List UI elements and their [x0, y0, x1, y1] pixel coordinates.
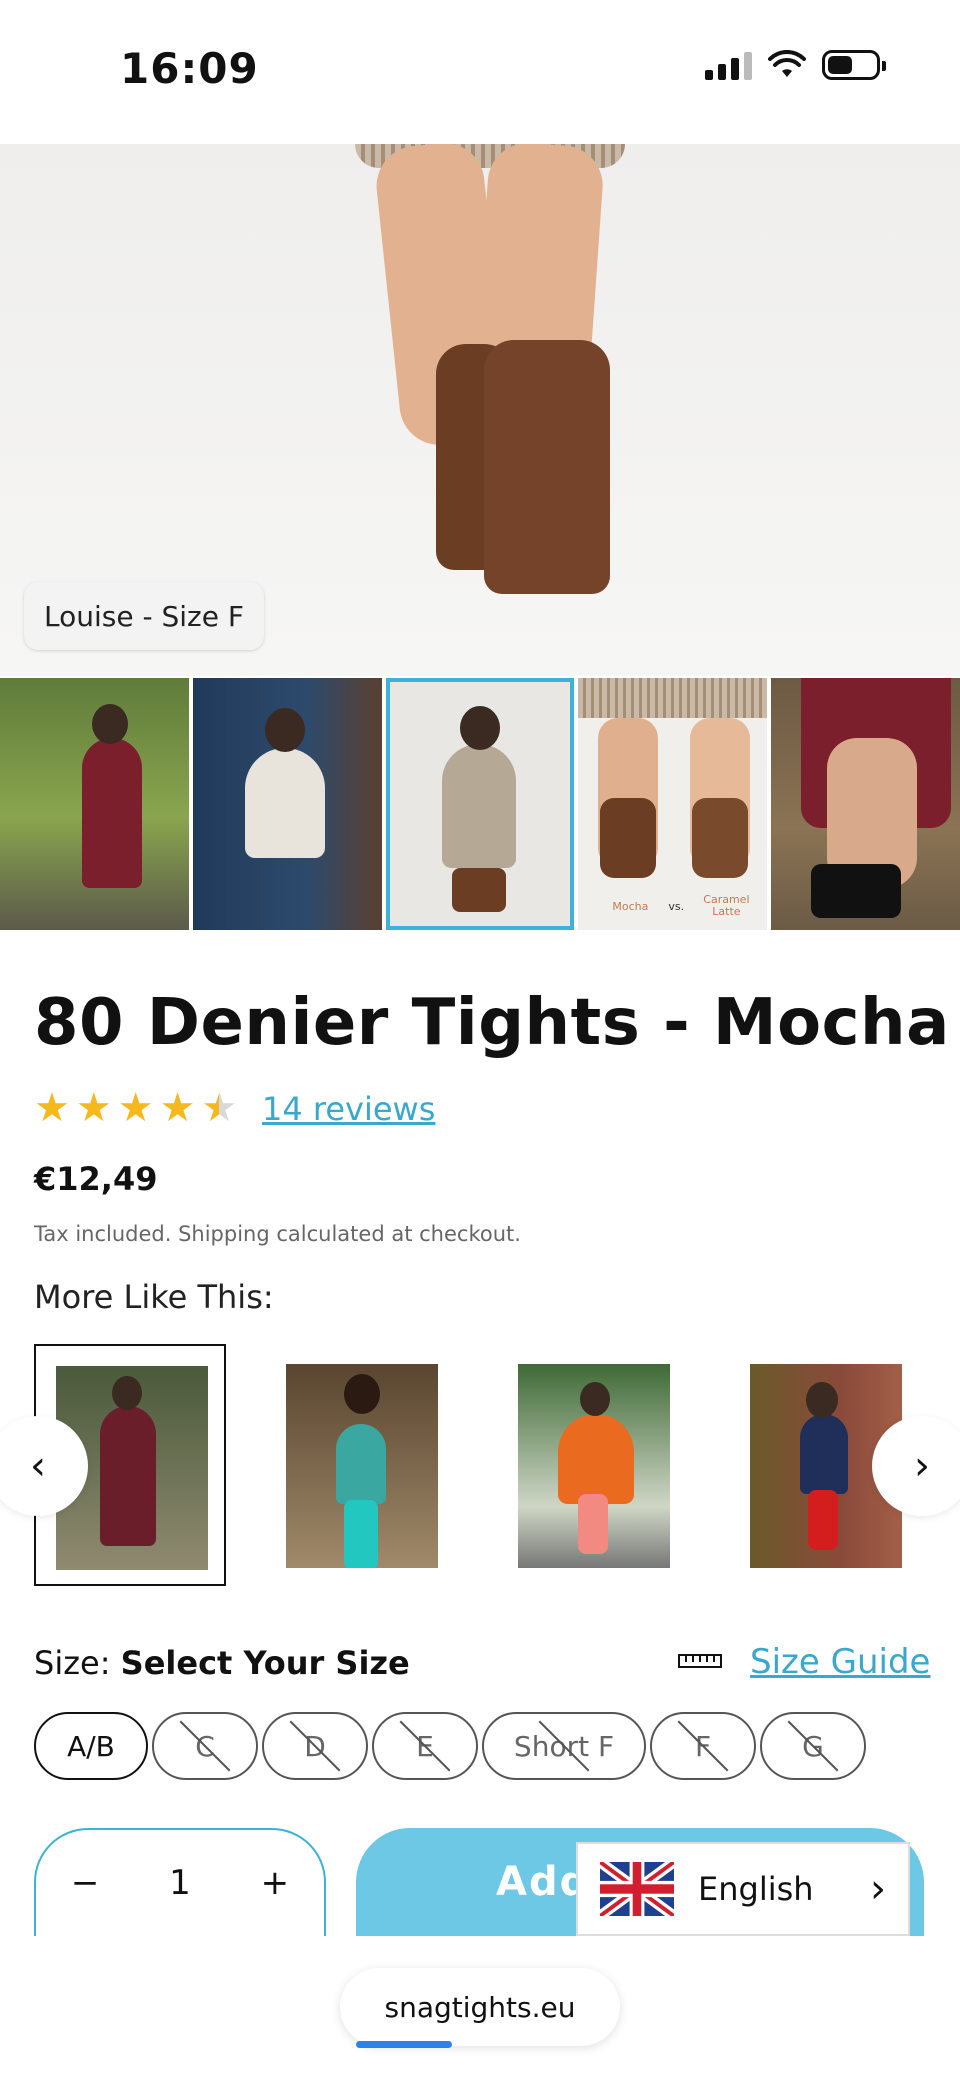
- status-icons: [705, 50, 886, 80]
- product-price: €12,49: [34, 1160, 158, 1198]
- star-icon: ★: [117, 1085, 154, 1131]
- thumbnail-boots: [451, 868, 506, 912]
- thumbnail-2[interactable]: [192, 678, 382, 930]
- thumbnail-head: [264, 708, 305, 752]
- product-figure: [558, 1414, 634, 1504]
- thumbnail-4[interactable]: Mocha vs. Caramel Latte: [578, 678, 768, 930]
- product-head: [806, 1382, 838, 1418]
- size-option-e[interactable]: E: [372, 1712, 478, 1780]
- thumbnail-label-mocha: Mocha: [612, 900, 649, 913]
- product-title: 80 Denier Tights - Mocha: [34, 986, 950, 1060]
- language-label: English: [698, 1870, 814, 1908]
- product-legs: [344, 1500, 378, 1568]
- thumbnail-1[interactable]: [0, 678, 189, 930]
- quantity-stepper: − 1 +: [34, 1828, 326, 1936]
- related-product-3[interactable]: [498, 1344, 690, 1586]
- half-star-icon: ★: [201, 1085, 238, 1131]
- product-figure: [336, 1424, 386, 1504]
- thumbnail-boot: [600, 798, 657, 878]
- tax-note: Tax included. Shipping calculated at che…: [34, 1222, 521, 1246]
- language-selector[interactable]: English ›: [576, 1842, 910, 1936]
- star-icon: ★: [34, 1085, 70, 1131]
- size-option-short-f[interactable]: Short F: [482, 1712, 646, 1780]
- thumbnail-head: [92, 704, 128, 744]
- size-guide-link[interactable]: Size Guide: [750, 1642, 930, 1682]
- hero-caption: Louise - Size F: [24, 582, 264, 650]
- related-product-image: [518, 1364, 670, 1568]
- ruler-icon[interactable]: [678, 1654, 722, 1668]
- decrease-quantity-button[interactable]: −: [71, 1863, 100, 1903]
- chevron-right-icon: ›: [870, 1866, 886, 1912]
- product-head: [112, 1376, 142, 1410]
- related-product-image: [286, 1364, 438, 1568]
- related-products-carousel: [0, 1344, 960, 1588]
- hero-boot-right: [484, 340, 610, 594]
- product-legs: [578, 1494, 608, 1554]
- thumbnail-strip: Mocha vs. Caramel Latte: [0, 678, 960, 930]
- size-option-g[interactable]: G: [760, 1712, 866, 1780]
- url-bar[interactable]: snagtights.eu: [340, 1968, 620, 2046]
- thumbnail-label-vs: vs.: [668, 900, 685, 913]
- thumbnail-label-caramel: Caramel Latte: [703, 893, 750, 918]
- uk-flag-icon: [600, 1862, 674, 1916]
- status-time: 16:09: [120, 44, 259, 93]
- chevron-left-icon: ‹: [30, 1443, 46, 1489]
- product-figure: [800, 1414, 848, 1494]
- star-icon: ★: [75, 1085, 112, 1131]
- related-product-2[interactable]: [266, 1344, 458, 1586]
- quantity-value[interactable]: 1: [169, 1863, 191, 1903]
- size-option-c[interactable]: C: [152, 1712, 258, 1780]
- size-label-row: Size: Select Your Size: [34, 1644, 410, 1682]
- chevron-right-icon: ›: [914, 1443, 930, 1489]
- product-head: [344, 1374, 380, 1414]
- product-legs: [808, 1490, 838, 1550]
- rating-stars[interactable]: ★ ★ ★ ★ ★: [34, 1088, 237, 1128]
- thumbnail-shoes: [811, 864, 902, 918]
- size-options: A/B C D E Short F F G: [34, 1712, 866, 1780]
- increase-quantity-button[interactable]: +: [261, 1863, 290, 1903]
- page-load-progress: [356, 2041, 452, 2048]
- reviews-link[interactable]: 14 reviews: [262, 1090, 435, 1128]
- thumbnail-figure: [244, 748, 325, 858]
- star-icon: ★: [159, 1085, 196, 1131]
- size-option-f[interactable]: F: [650, 1712, 756, 1780]
- size-option-d[interactable]: D: [262, 1712, 368, 1780]
- signal-icon: [705, 50, 752, 80]
- thumbnail-skirt: [578, 678, 768, 718]
- thumbnail-figure: [441, 744, 516, 868]
- thumbnail-boot: [692, 798, 749, 878]
- size-option-ab[interactable]: A/B: [34, 1712, 148, 1780]
- thumbnail-3-selected[interactable]: [385, 678, 575, 930]
- size-selected-text: Select Your Size: [120, 1644, 410, 1682]
- product-head: [580, 1382, 610, 1416]
- product-figure: [100, 1406, 156, 1546]
- thumbnail-5[interactable]: [771, 678, 960, 930]
- battery-icon: [822, 50, 886, 80]
- status-bar: 16:09: [0, 0, 960, 144]
- thumbnail-figure: [82, 738, 142, 888]
- more-like-this-heading: More Like This:: [34, 1278, 274, 1316]
- thumbnail-head: [459, 706, 500, 750]
- size-label: Size:: [34, 1644, 111, 1682]
- wifi-icon: [768, 50, 806, 77]
